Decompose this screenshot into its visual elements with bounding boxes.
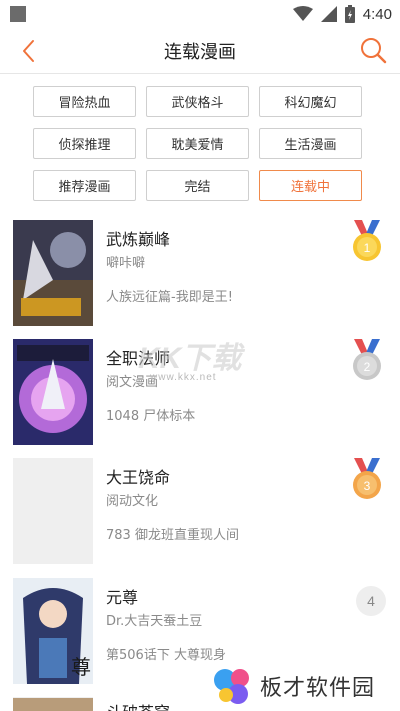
svg-text:尊: 尊 xyxy=(71,655,91,679)
status-bar: 4:40 xyxy=(0,0,400,28)
tag-detective[interactable]: 侦探推理 xyxy=(33,128,136,159)
tag-scifi-fantasy[interactable]: 科幻魔幻 xyxy=(259,86,362,117)
bancai-watermark-text: 板才软件园 xyxy=(260,676,376,701)
comic-latest-chapter: 人族远征篇-我即是王! xyxy=(106,290,233,305)
bancai-logo-icon xyxy=(214,669,249,704)
comic-latest-chapter: 1048 尸体标本 xyxy=(106,409,196,424)
svg-text:3: 3 xyxy=(364,479,371,493)
svg-text:2: 2 xyxy=(364,360,371,374)
comic-author: Dr.大吉天蚕土豆 xyxy=(106,614,203,629)
wifi-icon xyxy=(292,6,313,21)
tag-adventure[interactable]: 冒险热血 xyxy=(33,86,136,117)
app-header: 连载漫画 xyxy=(0,28,400,74)
signal-icon xyxy=(320,6,337,22)
comic-cover[interactable]: 尊 xyxy=(13,578,93,684)
comic-latest-chapter: 第506话下 大尊现身 xyxy=(106,648,226,663)
comic-cover[interactable] xyxy=(13,220,93,326)
comic-list-item[interactable]: 大王饶命 阅动文化 783 御龙班直重现人间 3 xyxy=(0,458,400,576)
comic-title: 大王饶命 xyxy=(106,468,171,487)
svg-text:KK下载: KK下载 xyxy=(138,342,245,375)
search-button[interactable] xyxy=(358,35,388,65)
comic-title: 武炼巅峰 xyxy=(106,230,171,249)
notification-square-icon xyxy=(10,6,26,22)
tag-completed[interactable]: 完结 xyxy=(146,170,249,201)
comic-title: 元尊 xyxy=(106,588,139,607)
rank-badge: 4 xyxy=(356,586,386,616)
battery-charging-icon xyxy=(344,5,355,23)
comic-latest-chapter: 783 御龙班直重现人间 xyxy=(106,528,239,543)
comic-author: 阅动文化 xyxy=(106,494,159,509)
comic-author: 噼咔噼 xyxy=(106,256,146,271)
kkx-watermark-url: www.kkx.net xyxy=(150,372,217,383)
page-title: 连载漫画 xyxy=(164,42,236,63)
bancai-watermark: 板才软件园 xyxy=(210,662,400,708)
comic-cover[interactable] xyxy=(13,339,93,445)
status-icons: 4:40 xyxy=(292,4,392,24)
search-icon xyxy=(361,38,387,64)
comic-cover[interactable] xyxy=(13,697,93,711)
bronze-medal-icon: 3 xyxy=(353,458,381,499)
tag-recommended[interactable]: 推荐漫画 xyxy=(33,170,136,201)
comic-cover-placeholder[interactable] xyxy=(13,458,93,564)
comic-title: 斗破苍穹 xyxy=(106,699,170,711)
tag-ongoing[interactable]: 连载中 xyxy=(259,170,362,201)
comic-list-item[interactable]: 武炼巅峰 噼咔噼 人族远征篇-我即是王! 1 xyxy=(0,220,400,338)
clock: 4:40 xyxy=(362,5,392,23)
tag-martial-arts[interactable]: 武侠格斗 xyxy=(146,86,249,117)
gold-medal-icon: 1 xyxy=(353,220,381,261)
tag-romance[interactable]: 耽美爱情 xyxy=(146,128,249,159)
tag-slice-of-life[interactable]: 生活漫画 xyxy=(259,128,362,159)
silver-medal-icon: 2 xyxy=(353,339,381,380)
svg-text:1: 1 xyxy=(364,241,371,255)
